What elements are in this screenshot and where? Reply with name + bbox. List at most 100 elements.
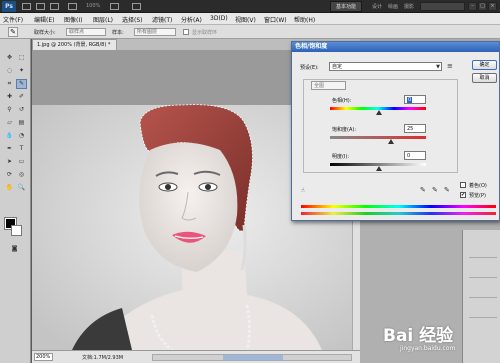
horizontal-scrollbar[interactable] [152,354,352,361]
close-icon[interactable]: × [488,2,497,11]
dodge-tool-icon[interactable]: ◔ [16,131,27,141]
3d-orbit-tool-icon[interactable]: ◎ [16,170,27,180]
output-hue-bar [301,212,496,215]
minimize-icon[interactable]: – [468,2,477,11]
eyedropper-preset-icon[interactable]: ✎ [8,27,18,37]
show-sampling-ring-label: 显示取样环 [192,30,218,36]
show-sampling-ring-checkbox[interactable] [183,29,189,35]
input-hue-bar [301,205,496,208]
baidu-watermark: Bai 经验 [383,326,454,346]
hue-slider-thumb[interactable] [376,110,382,115]
menu-layer[interactable]: 图层(L) [93,15,113,24]
dialog-title: 色相/饱和度 [292,42,499,52]
saturation-slider-track[interactable] [330,136,426,139]
workspace-design-link[interactable]: 设计 [372,3,382,10]
status-zoom-field[interactable]: 200% [34,353,53,361]
menu-3d[interactable]: 3D(D) [210,15,228,22]
document-size-info[interactable]: 文档:1.7M/2.93M [82,354,123,361]
eyedropper-icon[interactable]: ✎ [420,186,426,194]
preset-dropdown[interactable]: 自定 ▼ [329,62,442,71]
workspace-photography-link[interactable]: 摄影 [404,3,414,10]
background-color-swatch[interactable] [11,225,22,236]
menu-image[interactable]: 图像(I) [64,15,82,24]
panel-row[interactable] [469,290,497,298]
colorize-label: 着色(O) [469,183,487,189]
zoom-tool-icon[interactable]: 🔍 [16,183,27,193]
status-bar: 200% 文档:1.7M/2.93M [32,350,360,363]
mini-bridge-icon[interactable] [36,3,45,10]
gradient-tool-icon[interactable]: ▤ [16,118,27,128]
lasso-tool-icon[interactable]: ◌ [4,66,15,76]
menu-window[interactable]: 窗口(W) [264,15,287,24]
menu-file[interactable]: 文件(F) [3,15,23,24]
hue-label: 色相(H): [332,98,352,104]
blur-tool-icon[interactable]: 💧 [4,131,15,141]
eyedropper-minus-icon[interactable]: ✎ [444,186,450,194]
channel-dropdown[interactable]: 全图 [311,81,346,90]
arrange-documents-icon[interactable] [110,3,119,10]
panel-row[interactable] [469,310,497,318]
menu-select[interactable]: 选择(S) [122,15,143,24]
lightness-input[interactable]: 0 [404,151,426,160]
horizontal-scroll-thumb[interactable] [223,355,283,360]
preset-options-icon[interactable]: ≡ [447,63,453,70]
photoshop-logo: Ps [2,1,16,12]
3d-rotate-tool-icon[interactable]: ⟳ [4,170,15,180]
panel-row[interactable] [469,270,497,278]
menu-bar: 文件(F) 编辑(E) 图像(I) 图层(L) 选择(S) 滤镜(T) 分析(A… [0,13,500,25]
menu-help[interactable]: 帮助(H) [294,15,315,24]
hand-tool-icon[interactable] [68,3,77,10]
sample-size-dropdown[interactable]: 取样点 [66,28,106,36]
chevron-down-icon: ▼ [436,64,440,70]
ok-button[interactable]: 确定 [472,60,497,70]
hue-input[interactable]: 0 [404,95,426,104]
saturation-label: 饱和度(A): [332,127,357,133]
panel-row[interactable] [469,250,497,258]
history-brush-tool-icon[interactable]: ↺ [16,105,27,115]
maximize-icon[interactable]: □ [478,2,487,11]
menu-view[interactable]: 视图(V) [235,15,256,24]
saturation-slider-thumb[interactable] [388,139,394,144]
move-tool-icon[interactable]: ✥ [4,53,15,63]
eyedropper-plus-icon[interactable]: ✎ [432,186,438,194]
app-bar: Ps 100% 基本功能 设计 绘画 摄影 – □ × [0,0,500,13]
sample-dropdown[interactable]: 所有图层 [134,28,176,36]
quick-mask-icon[interactable]: ◙ [9,244,20,254]
preview-checkbox[interactable]: ✔ [460,192,466,198]
preset-value: 自定 [332,64,343,70]
view-extras-icon[interactable] [50,3,59,10]
colorize-checkbox[interactable] [460,182,466,188]
workspace-painting-link[interactable]: 绘画 [388,3,398,10]
magic-wand-tool-icon[interactable]: ✦ [16,66,27,76]
options-bar: ✎ 取样大小: 取样点 样本: 所有图层 显示取样环 [0,25,500,39]
type-tool-icon[interactable]: T [16,144,27,154]
shape-tool-icon[interactable]: ▭ [16,157,27,167]
clone-stamp-tool-icon[interactable]: ⚲ [4,105,15,115]
workspace-essentials-button[interactable]: 基本功能 [330,1,363,12]
lightness-slider-thumb[interactable] [376,166,382,171]
eraser-tool-icon[interactable]: ▱ [4,118,15,128]
targeted-adjustment-icon[interactable]: ☝ [301,187,305,194]
menu-analysis[interactable]: 分析(A) [181,15,202,24]
brush-tool-icon[interactable]: ✐ [16,92,27,102]
pen-tool-icon[interactable]: ✒ [4,144,15,154]
saturation-input[interactable]: 25 [404,124,426,133]
sample-size-label: 取样大小: [34,30,56,36]
document-tab[interactable]: 1.jpg @ 200% (背景, RGB/8) * [32,39,118,50]
healing-brush-tool-icon[interactable]: ✚ [4,92,15,102]
screen-mode-icon[interactable] [132,3,141,10]
zoom-level[interactable]: 100% [86,3,100,9]
path-selection-tool-icon[interactable]: ➤ [4,157,15,167]
bridge-icon[interactable] [22,3,31,10]
menu-filter[interactable]: 滤镜(T) [152,15,172,24]
crop-tool-icon[interactable]: ⌗ [4,79,15,89]
hand-tool-icon-2[interactable]: ✋ [4,183,15,193]
watermark-url: jingyan.baidu.com [400,345,456,352]
eyedropper-tool-icon[interactable]: ✎ [16,79,27,89]
menu-edit[interactable]: 编辑(E) [34,15,54,24]
tools-panel: ✥ ⬚ ◌ ✦ ⌗ ✎ ✚ ✐ ⚲ ↺ ▱ ▤ 💧 ◔ ✒ T ➤ ▭ ⟳ ◎ … [0,39,31,363]
cs-live-search[interactable] [420,2,465,11]
preview-label: 预览(P) [469,193,486,199]
marquee-tool-icon[interactable]: ⬚ [16,53,27,63]
cancel-button[interactable]: 取消 [472,73,497,83]
